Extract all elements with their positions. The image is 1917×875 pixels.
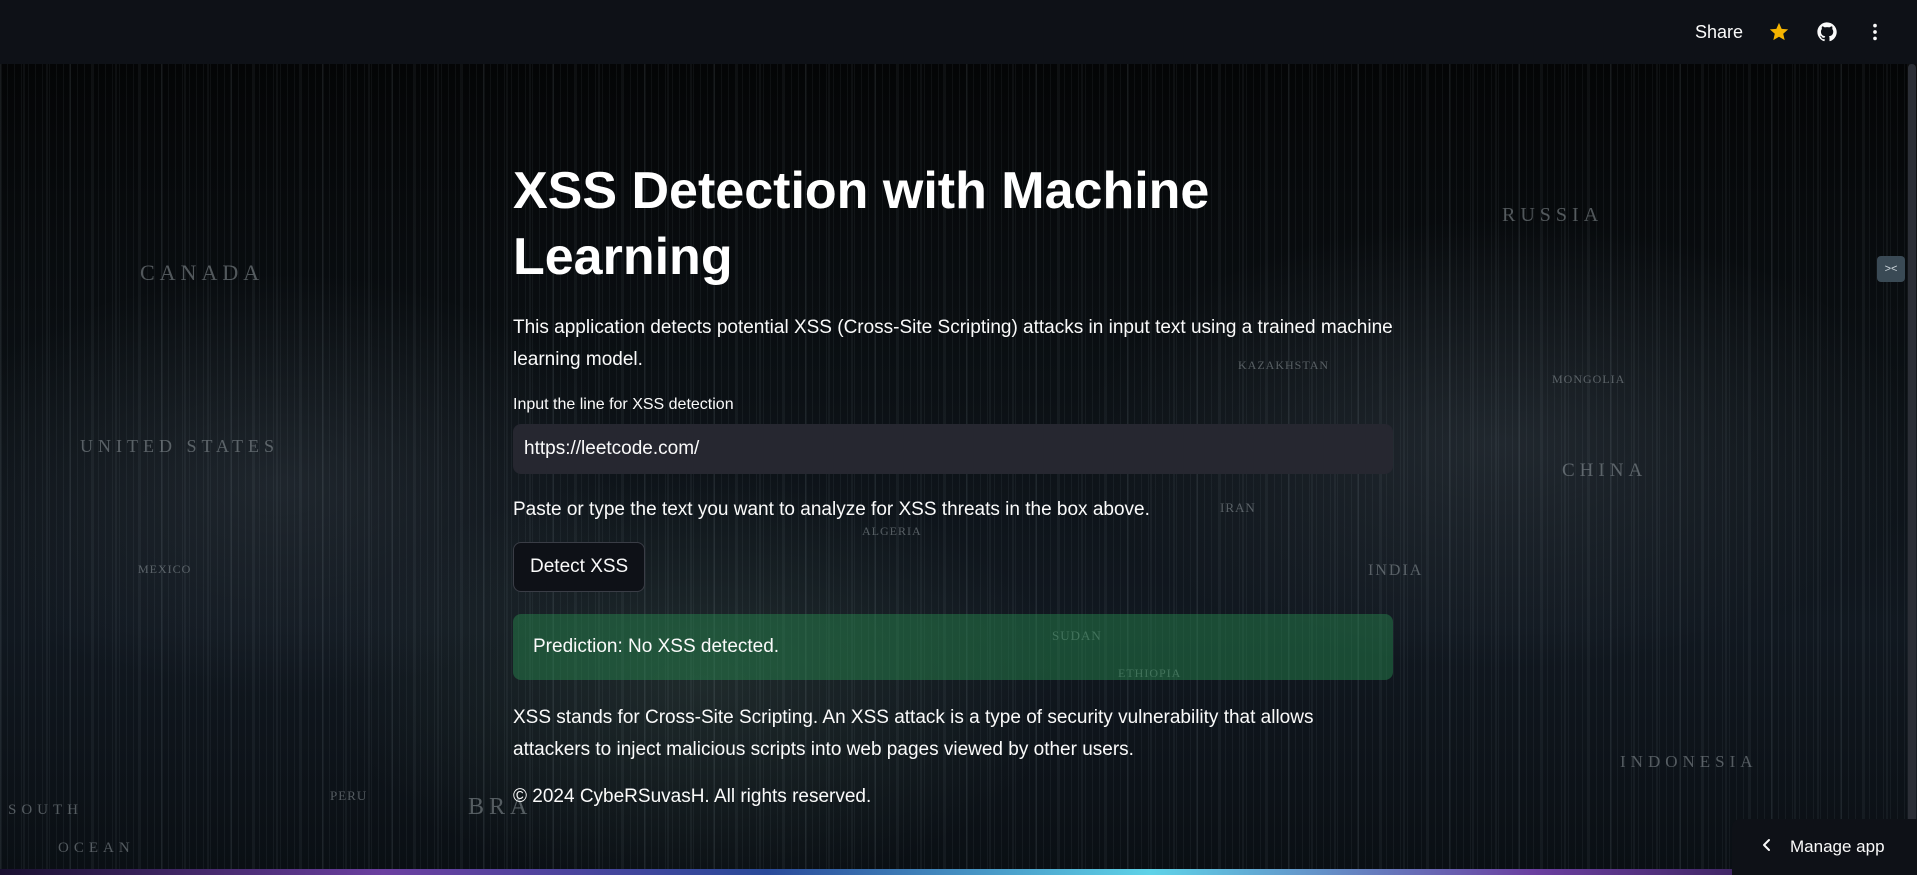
map-label-china: CHINA [1562,460,1648,481]
map-label-peru: PERU [330,788,368,803]
map-label-indonesia: INDONESIA [1620,752,1758,771]
more-vertical-icon[interactable] [1863,20,1887,44]
prediction-text: Prediction: No XSS detected. [533,636,780,657]
github-icon[interactable] [1815,20,1839,44]
map-label-canada: CANADA [140,260,265,285]
description-text: This application detects potential XSS (… [513,317,1393,370]
xss-explanation: XSS stands for Cross-Site Scripting. An … [513,707,1314,760]
input-label: Input the line for XSS detection [513,396,734,413]
map-label-united-states: UNITED STATES [80,436,280,456]
detect-xss-button[interactable]: Detect XSS [513,542,646,592]
manage-app-label: Manage app [1790,837,1885,856]
map-label-mexico: MEXICO [138,562,192,576]
map-label-south: SOUTH [8,802,84,818]
side-handle[interactable]: >< [1877,256,1905,282]
share-button[interactable]: Share [1695,22,1743,43]
main-content: XSS Detection with Machine Learning This… [513,158,1393,808]
map-label-russia: RUSSIA [1502,204,1604,226]
map-label-ocean: OCEAN [58,840,135,856]
page-title: XSS Detection with Machine Learning [513,162,1210,286]
manage-app-button[interactable]: Manage app [1732,819,1917,875]
hint-text: Paste or type the text you want to analy… [513,499,1150,520]
star-icon[interactable] [1767,20,1791,44]
scrollbar-thumb[interactable] [1908,64,1916,869]
bottom-gradient-strip [0,869,1917,875]
header-actions: Share [1695,0,1887,64]
prediction-alert: Prediction: No XSS detected. [513,614,1393,680]
xss-input-field[interactable] [513,424,1393,474]
chevron-left-icon [1760,837,1774,857]
footer-copyright: © 2024 CybeRSuvasH. All rights reserved. [513,786,872,807]
top-header: Share [0,0,1917,64]
map-label-mongolia: MONGOLIA [1552,372,1626,386]
